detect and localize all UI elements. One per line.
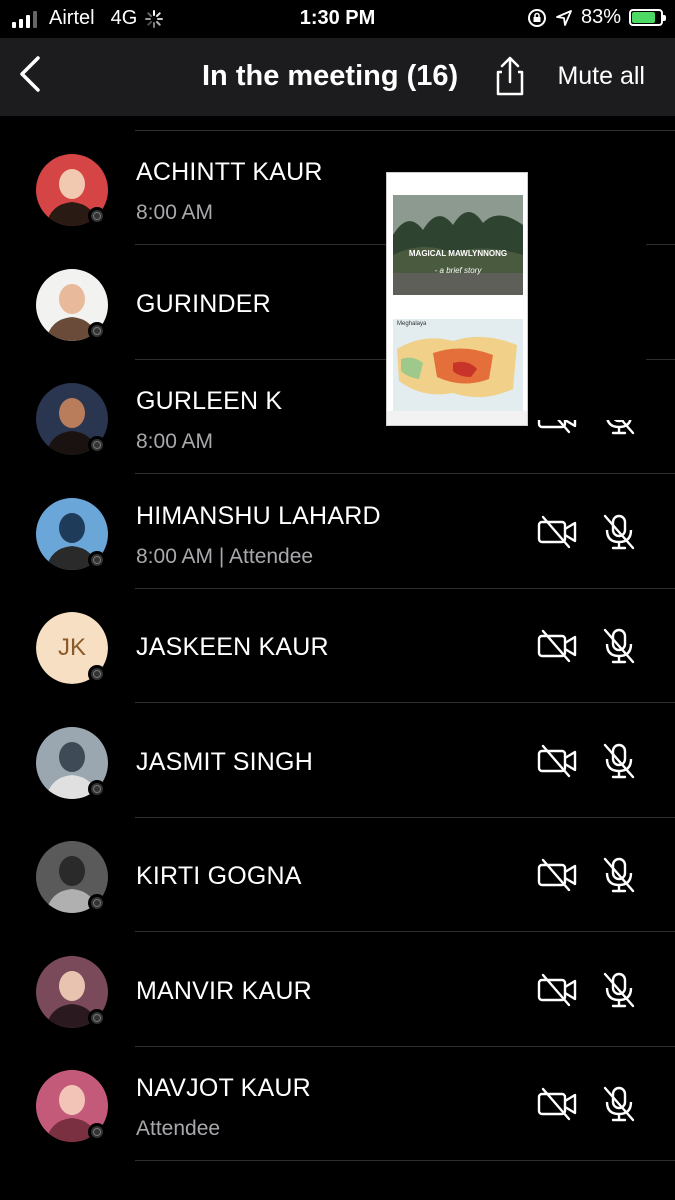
back-chevron-icon[interactable] <box>12 52 52 96</box>
row-divider <box>135 1160 675 1161</box>
participant-name: NAVJOT KAUR <box>136 1074 311 1102</box>
preview-toolbar <box>387 411 527 425</box>
share-upload-icon[interactable] <box>490 54 530 98</box>
preview-subtitle: - a brief story <box>434 266 482 275</box>
participant-subtext: 8:00 AM | Attendee <box>136 544 314 568</box>
presence-status-icon <box>88 550 106 569</box>
presence-status-icon <box>88 1008 106 1027</box>
participant-row[interactable]: KIRTI GOGNA <box>0 818 675 932</box>
mute-all-button[interactable]: Mute all <box>557 62 645 91</box>
participant-row[interactable]: MANVIR KAUR <box>0 933 675 1047</box>
map-image <box>393 319 523 411</box>
participant-row[interactable]: NAVJOT KAUR Attendee <box>0 1047 675 1161</box>
video-off-icon[interactable] <box>537 744 577 778</box>
participant-name: GURINDER <box>136 289 271 318</box>
battery-percent: 83% <box>580 6 621 28</box>
participant-name: JASKEEN KAUR <box>136 633 329 661</box>
shared-screen-preview[interactable]: MAGICAL MAWLYNNONG - a brief story Megha… <box>386 172 528 426</box>
participant-subtext: 8:00 AM <box>136 201 214 224</box>
participant-row[interactable]: JASMIT SINGH <box>0 704 675 818</box>
presence-status-icon <box>88 207 106 225</box>
video-off-icon[interactable] <box>537 629 577 663</box>
preview-photo <box>393 195 523 295</box>
forest-image <box>393 195 523 295</box>
preview-map <box>393 319 523 411</box>
battery-icon <box>629 9 666 26</box>
battery-fill <box>632 12 656 23</box>
presence-status-icon <box>88 321 106 340</box>
presence-status-icon <box>88 436 106 454</box>
participant-row[interactable]: JK JASKEEN KAUR <box>0 589 675 703</box>
preview-status-strip <box>387 173 527 183</box>
participant-subtext: 8:00 AM <box>136 430 214 453</box>
mic-off-icon[interactable] <box>600 513 638 551</box>
preview-title: MAGICAL MAWLYNNONG <box>408 249 508 258</box>
status-bar: Airtel 4G 1:30 PM 83% <box>0 0 675 38</box>
mic-off-icon[interactable] <box>600 971 638 1009</box>
presence-status-icon <box>88 665 106 683</box>
location-arrow-icon <box>556 9 572 26</box>
preview-map-label: Meghalaya <box>397 321 427 327</box>
mic-off-icon[interactable] <box>600 856 638 894</box>
presence-status-icon <box>88 894 106 912</box>
participant-subtext: Attendee <box>136 1117 221 1140</box>
video-off-icon[interactable] <box>537 1087 577 1121</box>
mic-off-icon[interactable] <box>600 1085 638 1123</box>
participant-name: ACHINTT KAUR <box>136 158 323 186</box>
participant-name: MANVIR KAUR <box>136 976 312 1005</box>
participant-row[interactable]: HIMANSHU LAHARD 8:00 AM | Attendee <box>0 475 675 589</box>
presence-status-icon <box>88 1123 106 1141</box>
status-right: 83% <box>527 6 666 29</box>
navigation-bar: In the meeting (16) Mute all <box>0 38 675 116</box>
presence-status-icon <box>88 779 106 798</box>
video-off-icon[interactable] <box>537 973 577 1007</box>
mic-off-icon[interactable] <box>600 742 638 780</box>
participant-name: HIMANSHU LAHARD <box>136 501 381 530</box>
participant-name: GURLEEN K <box>136 387 283 415</box>
mic-off-icon[interactable] <box>600 627 638 665</box>
video-off-icon[interactable] <box>537 858 577 892</box>
video-off-icon[interactable] <box>537 515 577 549</box>
orientation-lock-icon <box>527 8 546 27</box>
participant-name: JASMIT SINGH <box>136 747 313 776</box>
page-title: In the meeting (16) <box>202 60 459 92</box>
participant-name: KIRTI GOGNA <box>136 862 302 890</box>
preview-mask <box>526 172 646 420</box>
